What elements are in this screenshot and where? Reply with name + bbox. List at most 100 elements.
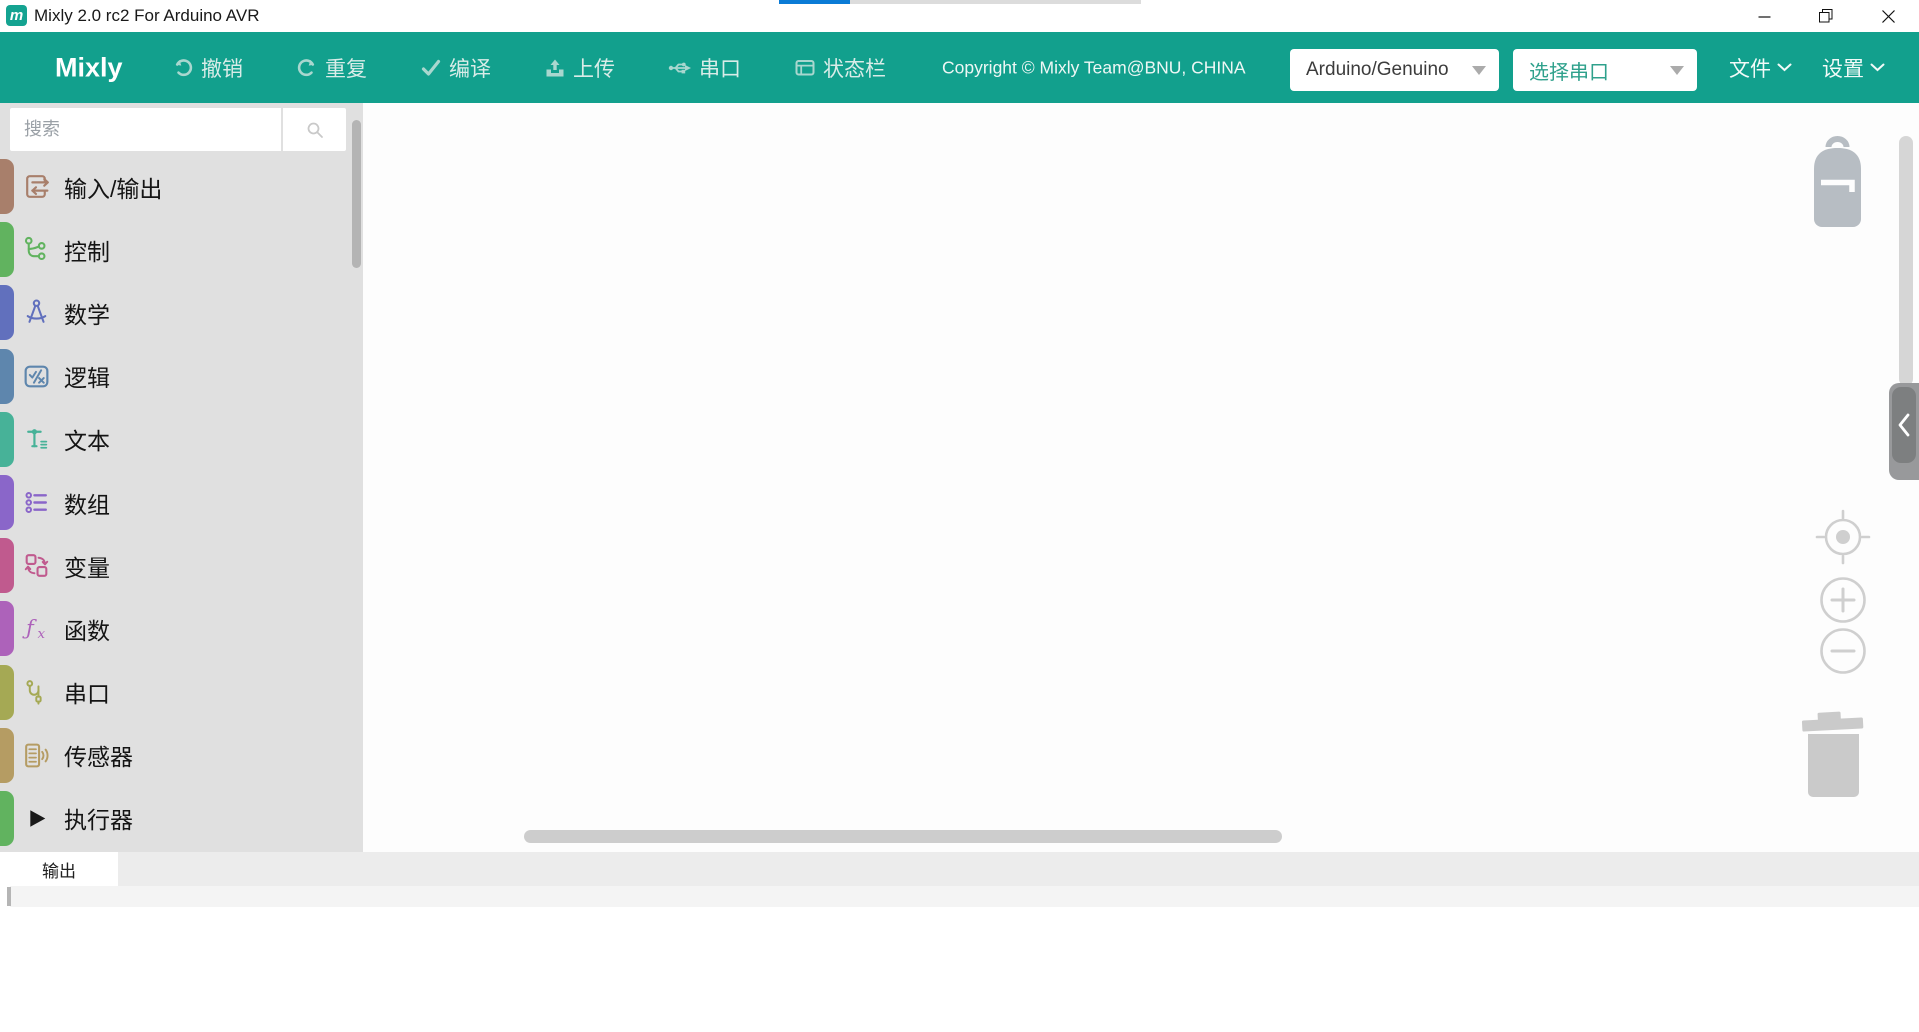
output-console: [0, 886, 1919, 1032]
code-panel-toggle[interactable]: [1889, 383, 1919, 480]
chevron-down-icon: [1777, 63, 1792, 72]
toolbar-button-label: 重复: [325, 53, 367, 83]
toolbar-buttons: 撤销 重复 编译 上传 串口 状态栏: [172, 32, 886, 103]
toolbar-button-label: 撤销: [201, 53, 243, 83]
sidebar-category[interactable]: 变量: [0, 534, 363, 597]
variable-swap-icon: [20, 550, 52, 582]
backpack-icon[interactable]: [1806, 135, 1869, 228]
toolbar-button[interactable]: 串口: [668, 53, 741, 83]
page-load-progress-fill: [779, 0, 850, 4]
category-color-bar: [0, 601, 14, 656]
board-select-value: Arduino/Genuino: [1306, 59, 1449, 81]
center-view-button[interactable]: [1815, 509, 1871, 565]
category-list: 输入/输出 控制 数学 逻辑 文本 数组 变量 ƒx 函数 串口: [0, 155, 363, 850]
toolbar-button-label: 串口: [699, 53, 741, 83]
dropdown-triangle-icon: [1472, 66, 1486, 75]
category-color-bar: [0, 159, 14, 214]
restore-icon: [1819, 9, 1833, 23]
sidebar-category[interactable]: 数组: [0, 471, 363, 534]
category-color-bar: [0, 728, 14, 783]
page-load-progressbar: [779, 0, 1141, 4]
category-color-bar: [0, 475, 14, 530]
minimize-button[interactable]: [1733, 0, 1795, 32]
sidebar-category[interactable]: 逻辑: [0, 345, 363, 408]
sensor-icon: [20, 739, 52, 771]
sidebar-category[interactable]: 数学: [0, 281, 363, 344]
sidebar-scrollbar[interactable]: [352, 120, 361, 268]
toolbar-button-label: 编译: [449, 53, 491, 83]
array-list-icon: [20, 487, 52, 519]
search-input[interactable]: [10, 108, 281, 151]
serial-cable-icon: [20, 676, 52, 708]
logic-checkbox-icon: [20, 360, 52, 392]
text-icon: [20, 423, 52, 455]
sidebar-category[interactable]: 控制: [0, 218, 363, 281]
chevron-down-icon: [1870, 63, 1885, 72]
compile-check-icon: [420, 57, 442, 79]
toolbar-button[interactable]: 上传: [544, 53, 615, 83]
chevron-left-icon: [1896, 412, 1912, 438]
block-category-sidebar: 输入/输出 控制 数学 逻辑 文本 数组 变量 ƒx 函数 串口: [0, 103, 363, 852]
minimize-icon: [1758, 10, 1771, 23]
window-controls: [1733, 0, 1919, 32]
category-label: 函数: [64, 612, 110, 646]
toolbar-button[interactable]: 撤销: [172, 53, 243, 83]
redo-icon: [296, 57, 318, 79]
sidebar-category[interactable]: ƒx 函数: [0, 597, 363, 660]
title-bar: m Mixly 2.0 rc2 For Arduino AVR: [0, 0, 1919, 32]
math-compass-icon: [20, 297, 52, 329]
category-color-bar: [0, 349, 14, 404]
toolbar-button-label: 上传: [573, 53, 615, 83]
statusbar-window-icon: [794, 57, 816, 79]
port-select[interactable]: 选择串口: [1513, 49, 1697, 91]
board-select[interactable]: Arduino/Genuino: [1290, 49, 1499, 91]
copyright-text: Copyright © Mixly Team@BNU, CHINA: [942, 57, 1246, 78]
search-icon: [306, 121, 324, 139]
close-button[interactable]: [1857, 0, 1919, 32]
control-branch-icon: [20, 234, 52, 266]
brand-mixly: Mixly: [55, 52, 123, 83]
tab-output[interactable]: 输出: [0, 852, 118, 886]
sidebar-category[interactable]: 串口: [0, 661, 363, 724]
console-line: [10, 886, 1919, 907]
sidebar-category[interactable]: 文本: [0, 408, 363, 471]
category-label: 数组: [64, 486, 110, 520]
category-label: 执行器: [64, 801, 133, 835]
close-icon: [1882, 10, 1895, 23]
toolbar-button[interactable]: 重复: [296, 53, 367, 83]
vertical-scrollbar[interactable]: [1899, 136, 1913, 386]
category-color-bar: [0, 412, 14, 467]
category-color-bar: [0, 791, 14, 846]
bottom-panel: 输出: [0, 852, 1919, 1032]
zoom-out-button[interactable]: [1818, 626, 1868, 676]
mixly-logo-icon: m: [6, 5, 27, 26]
category-label: 变量: [64, 549, 110, 583]
zoom-in-button[interactable]: [1818, 575, 1868, 625]
restore-button[interactable]: [1795, 0, 1857, 32]
actuator-play-icon: [20, 802, 52, 834]
category-color-bar: [0, 665, 14, 720]
toolbar-button[interactable]: 编译: [420, 53, 491, 83]
category-color-bar: [0, 538, 14, 593]
port-select-value: 选择串口: [1529, 56, 1609, 85]
trash-icon[interactable]: [1800, 708, 1866, 800]
category-label: 控制: [64, 233, 110, 267]
blockly-workspace[interactable]: [363, 103, 1919, 852]
sidebar-category[interactable]: 传感器: [0, 724, 363, 787]
dropdown-triangle-icon: [1670, 66, 1684, 75]
svg-text:x: x: [37, 627, 45, 642]
category-label: 串口: [64, 675, 110, 709]
sidebar-category[interactable]: 执行器: [0, 787, 363, 850]
io-icon: [20, 171, 52, 203]
horizontal-scrollbar[interactable]: [524, 830, 1282, 843]
category-label: 输入/输出: [64, 170, 162, 204]
console-caret: [7, 887, 11, 906]
category-label: 文本: [64, 422, 110, 456]
search-button[interactable]: [283, 108, 346, 151]
function-fx-icon: ƒx: [20, 613, 52, 645]
menu-settings[interactable]: 设置: [1822, 53, 1885, 83]
category-label: 传感器: [64, 738, 133, 772]
menu-file[interactable]: 文件: [1729, 53, 1792, 83]
sidebar-category[interactable]: 输入/输出: [0, 155, 363, 218]
toolbar-button[interactable]: 状态栏: [794, 53, 886, 83]
